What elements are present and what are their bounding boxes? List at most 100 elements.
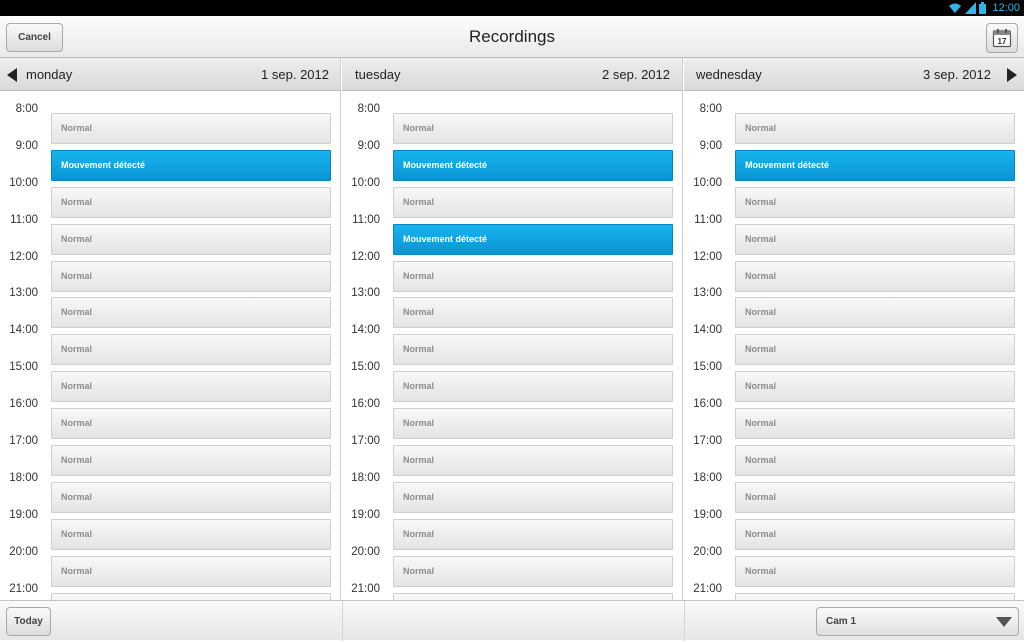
- hour-label: 20:00: [351, 545, 380, 558]
- time-row: 21:00 Normal: [342, 571, 682, 600]
- status-time: 12:00: [992, 2, 1020, 14]
- signal-icon: [965, 2, 977, 14]
- today-button[interactable]: Today: [6, 607, 51, 636]
- time-row: 8:00 Normal: [342, 91, 682, 144]
- hour-label: 18:00: [9, 471, 38, 484]
- day-header: wednesday 3 sep. 2012: [684, 58, 1024, 91]
- hour-label: 13:00: [9, 287, 38, 300]
- wifi-icon: [949, 3, 962, 13]
- day-date: 1 sep. 2012: [261, 67, 329, 82]
- recording-slot-normal[interactable]: Normal: [51, 592, 331, 600]
- hour-label: 21:00: [693, 582, 722, 595]
- time-row: 19:00 Normal: [684, 497, 1024, 550]
- time-row: 13:00 Normal: [342, 275, 682, 329]
- time-row: 12:00 Normal: [684, 239, 1024, 292]
- time-grid: 8:00 Normal 9:00 Mouvement détecté 10:00 Norm…: [684, 91, 1024, 600]
- hour-label: 13:00: [693, 287, 722, 300]
- day-name: tuesday: [355, 67, 401, 82]
- day-column: monday 1 sep. 2012 8:00 Normal 9:00 Mouveme…: [0, 58, 341, 600]
- hour-label: 12:00: [9, 250, 38, 263]
- hour-label: 21:00: [9, 582, 38, 595]
- day-header: monday 1 sep. 2012: [0, 58, 340, 91]
- time-row: 16:00 Normal: [684, 386, 1024, 440]
- hour-label: 15:00: [9, 361, 38, 374]
- day-name: wednesday: [696, 67, 762, 82]
- calendar-button[interactable]: 17: [986, 23, 1018, 53]
- hour-label: 8:00: [357, 103, 380, 115]
- time-grid: 8:00 Normal 9:00 Mouvement détecté 10:00 Norm…: [342, 91, 682, 600]
- hour-label: 19:00: [9, 508, 38, 521]
- hour-label: 20:00: [9, 545, 38, 558]
- footer-divider: [684, 601, 685, 641]
- hour-label: 19:00: [351, 508, 380, 521]
- time-row: 15:00 Normal: [0, 349, 340, 403]
- time-row: 9:00 Mouvement détecté: [0, 128, 340, 181]
- status-bar: 12:00: [0, 0, 1024, 16]
- day-column: wednesday 3 sep. 2012 8:00 Normal 9:00 Mouv…: [684, 58, 1024, 600]
- time-row: 12:00 Normal: [342, 239, 682, 292]
- day-header: tuesday 2 sep. 2012: [342, 58, 682, 91]
- time-row: 18:00 Normal: [684, 460, 1024, 513]
- time-row: 11:00 Normal: [0, 202, 340, 255]
- time-row: 19:00 Normal: [0, 497, 340, 550]
- time-row: 21:00 Normal: [0, 571, 340, 600]
- hour-label: 9:00: [15, 139, 38, 152]
- cancel-button[interactable]: Cancel: [6, 23, 63, 52]
- time-row: 10:00 Normal: [684, 165, 1024, 218]
- hour-label: 18:00: [693, 471, 722, 484]
- time-row: 8:00 Normal: [684, 91, 1024, 144]
- time-row: 17:00 Normal: [342, 423, 682, 477]
- day-name: monday: [26, 67, 73, 82]
- time-row: 17:00 Normal: [684, 423, 1024, 477]
- page-title: Recordings: [469, 27, 555, 46]
- time-row: 15:00 Normal: [342, 349, 682, 403]
- time-row: 10:00 Normal: [0, 165, 340, 218]
- hour-label: 18:00: [351, 471, 380, 484]
- hour-label: 14:00: [351, 324, 380, 337]
- time-row: 17:00 Normal: [0, 423, 340, 477]
- hour-label: 12:00: [693, 250, 722, 263]
- hour-label: 21:00: [351, 582, 380, 595]
- dropdown-arrow-icon: [996, 617, 1012, 627]
- camera-select[interactable]: Cam 1: [816, 607, 1019, 636]
- time-grid: 8:00 Normal 9:00 Mouvement détecté 10:00 Norm…: [0, 91, 340, 600]
- time-row: 13:00 Normal: [684, 275, 1024, 329]
- hour-label: 16:00: [351, 398, 380, 411]
- time-row: 9:00 Mouvement détecté: [342, 128, 682, 181]
- hour-label: 13:00: [351, 287, 380, 300]
- time-row: 19:00 Normal: [342, 497, 682, 550]
- hour-label: 20:00: [693, 545, 722, 558]
- time-row: 14:00 Normal: [342, 312, 682, 366]
- hour-label: 10:00: [693, 176, 722, 189]
- time-row: 20:00 Normal: [684, 534, 1024, 587]
- arrow-right-icon[interactable]: [1007, 68, 1017, 82]
- hour-label: 8:00: [699, 103, 722, 115]
- time-row: 21:00 Normal: [684, 571, 1024, 600]
- hour-label: 9:00: [699, 139, 722, 152]
- hour-label: 8:00: [15, 103, 38, 115]
- recording-slot-normal[interactable]: Normal: [393, 592, 673, 600]
- footer-divider: [342, 601, 343, 641]
- hour-label: 10:00: [351, 176, 380, 189]
- hour-label: 12:00: [351, 250, 380, 263]
- time-row: 16:00 Normal: [0, 386, 340, 440]
- hour-label: 14:00: [9, 324, 38, 337]
- time-row: 15:00 Normal: [684, 349, 1024, 403]
- hour-label: 19:00: [693, 508, 722, 521]
- time-row: 18:00 Normal: [342, 460, 682, 513]
- recording-slot-normal[interactable]: Normal: [735, 592, 1015, 600]
- time-row: 14:00 Normal: [684, 312, 1024, 366]
- hour-label: 17:00: [351, 435, 380, 448]
- hour-label: 17:00: [693, 435, 722, 448]
- time-row: 20:00 Normal: [342, 534, 682, 587]
- arrow-left-icon[interactable]: [7, 68, 17, 82]
- app-header: Cancel Recordings 17: [0, 16, 1024, 58]
- time-row: 8:00 Normal: [0, 91, 340, 144]
- hour-label: 11:00: [10, 213, 38, 226]
- time-row: 18:00 Normal: [0, 460, 340, 513]
- time-row: 12:00 Normal: [0, 239, 340, 292]
- day-column: tuesday 2 sep. 2012 8:00 Normal 9:00 Mouvem…: [342, 58, 683, 600]
- hour-label: 11:00: [694, 213, 722, 226]
- battery-icon: [979, 2, 987, 14]
- time-row: 10:00 Normal: [342, 165, 682, 218]
